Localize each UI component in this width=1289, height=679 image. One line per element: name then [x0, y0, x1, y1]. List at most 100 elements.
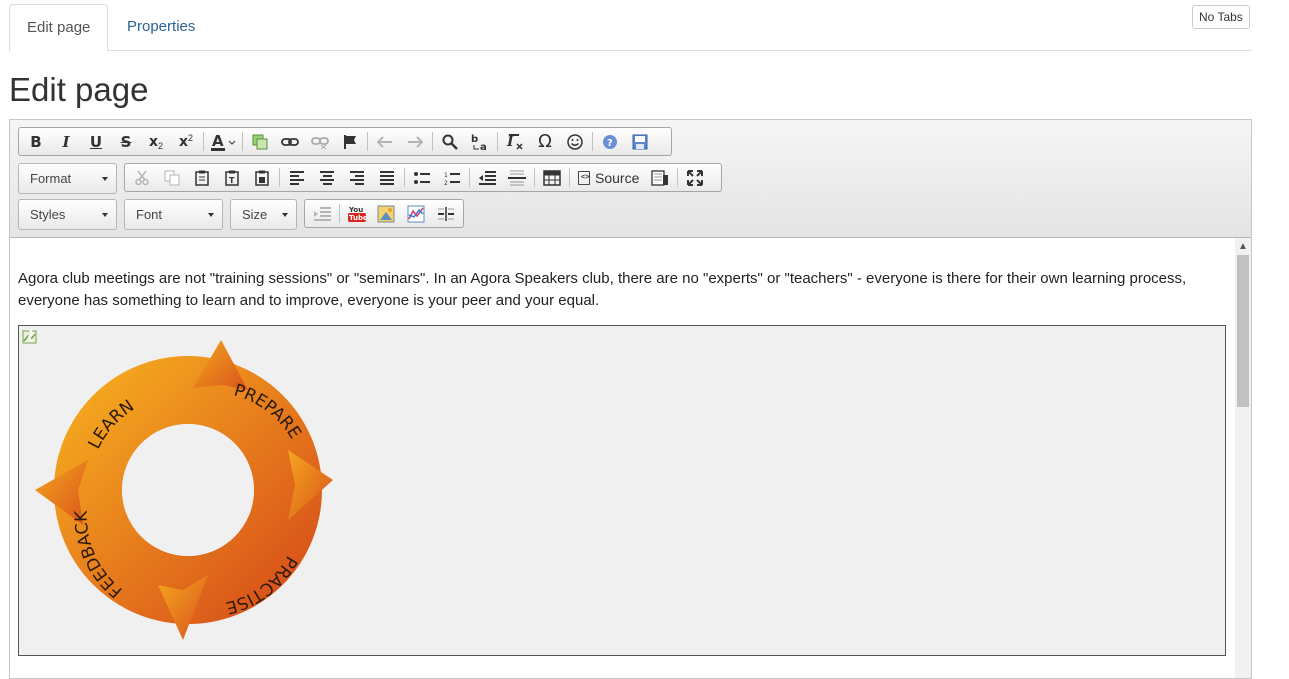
strikethrough-button[interactable]: S — [111, 129, 141, 154]
cut-icon — [135, 170, 149, 185]
redo-icon — [408, 135, 423, 148]
text-color-button[interactable]: A — [206, 129, 240, 154]
copy-formatting-button[interactable] — [245, 129, 275, 154]
tab-edit-page[interactable]: Edit page — [9, 4, 109, 52]
svg-text:Tube: Tube — [349, 214, 366, 222]
chart-icon — [407, 205, 425, 222]
chevron-down-icon — [282, 213, 288, 217]
editor-toolbar: B I U S x2 x2 A b a I Ω ? Format T 1 2 <… — [10, 120, 1251, 238]
svg-text:a: a — [480, 142, 487, 151]
separator — [677, 168, 679, 187]
align-right-icon — [350, 170, 364, 185]
align-left-button[interactable] — [282, 165, 312, 190]
editor-scrollbar[interactable]: ▲ — [1235, 238, 1251, 678]
youtube-button[interactable]: You Tube — [342, 201, 372, 226]
chart-button[interactable] — [401, 201, 431, 226]
smiley-button[interactable] — [560, 129, 590, 154]
justify-icon — [380, 170, 394, 185]
size-dropdown-label: Size — [242, 207, 268, 222]
bold-button[interactable]: B — [21, 129, 51, 154]
bulleted-list-button[interactable] — [407, 165, 437, 190]
toolbar-row-3: You Tube — [304, 199, 464, 228]
numbered-list-icon: 12 — [444, 172, 460, 185]
help-icon: ? — [603, 134, 617, 149]
embedded-image[interactable]: LEARN PREPARE PRACTISE FEEDBACK — [18, 325, 1226, 656]
toolbar-row-1: B I U S x2 x2 A b a I Ω ? — [18, 127, 672, 156]
scroll-up-icon[interactable]: ▲ — [1235, 240, 1251, 254]
svg-text:You: You — [348, 206, 363, 214]
no-tabs-button[interactable]: No Tabs — [1192, 5, 1250, 29]
source-button[interactable]: <> Source — [572, 165, 645, 190]
image-button[interactable] — [372, 201, 402, 226]
anchor-button[interactable] — [335, 129, 365, 154]
justify-button[interactable] — [372, 165, 402, 190]
styles-dropdown[interactable]: Styles — [18, 199, 117, 230]
rich-text-editor: B I U S x2 x2 A b a I Ω ? Format T 1 2 <… — [9, 119, 1252, 679]
templates-icon — [651, 169, 669, 186]
align-left-icon — [290, 170, 304, 185]
horizontal-line-button[interactable] — [502, 165, 532, 190]
copy-button[interactable] — [157, 165, 187, 190]
outdent-icon — [479, 170, 496, 185]
separator — [338, 204, 340, 223]
editor-content[interactable]: Agora club meetings are not "training se… — [10, 238, 1235, 678]
align-right-button[interactable] — [342, 165, 372, 190]
separator — [534, 168, 535, 187]
smiley-icon — [567, 133, 583, 150]
paste-text-button[interactable]: T — [217, 165, 247, 190]
flag-icon — [344, 134, 356, 149]
svg-text:A: A — [212, 132, 224, 150]
maximize-button[interactable] — [680, 165, 710, 190]
numbered-list-button[interactable]: 12 — [437, 165, 467, 190]
separator — [569, 168, 570, 187]
paste-button[interactable] — [187, 165, 217, 190]
source-icon: <> — [578, 170, 590, 185]
svg-text:I: I — [506, 134, 514, 150]
help-button[interactable]: ? — [595, 129, 625, 154]
styles-dropdown-label: Styles — [30, 207, 66, 222]
indent-icon — [313, 206, 331, 221]
redo-button[interactable] — [400, 129, 430, 154]
separator — [279, 168, 280, 187]
paste-word-button[interactable] — [247, 165, 277, 190]
save-icon — [632, 134, 648, 149]
youtube-icon: YouTube — [347, 206, 366, 222]
align-center-button[interactable] — [312, 165, 342, 190]
page-title: Edit page — [9, 71, 149, 108]
page-break-icon — [438, 206, 455, 221]
table-button[interactable] — [537, 165, 567, 190]
replace-button[interactable]: ba — [465, 129, 495, 154]
paste-word-icon — [255, 170, 269, 186]
link-button[interactable] — [275, 129, 305, 154]
decrease-indent-button[interactable] — [472, 165, 502, 190]
cut-button[interactable] — [127, 165, 157, 190]
tab-properties[interactable]: Properties — [110, 4, 212, 51]
format-dropdown[interactable]: Format — [18, 163, 117, 194]
templates-button[interactable] — [645, 165, 675, 190]
unlink-icon — [311, 136, 329, 149]
separator — [203, 132, 204, 151]
scrollbar-thumb[interactable] — [1237, 255, 1249, 407]
special-char-button[interactable]: Ω — [530, 129, 560, 154]
maximize-icon — [687, 169, 704, 186]
undo-button[interactable] — [370, 129, 400, 154]
toolbar-row-2: T 12 <> Source — [124, 163, 722, 192]
superscript-button[interactable]: x2 — [171, 129, 201, 154]
unlink-button[interactable] — [305, 129, 335, 154]
underline-button[interactable]: U — [81, 129, 111, 154]
horizontal-line-icon — [508, 170, 526, 185]
font-dropdown[interactable]: Font — [124, 199, 223, 230]
chevron-down-icon — [102, 177, 108, 181]
image-icon — [377, 205, 395, 222]
size-dropdown[interactable]: Size — [230, 199, 297, 230]
indent-button[interactable] — [307, 201, 337, 226]
remove-format-icon: I — [506, 133, 523, 150]
tab-bar: Edit page Properties — [9, 0, 1252, 52]
save-button[interactable] — [625, 129, 655, 154]
page-break-button[interactable] — [431, 201, 461, 226]
separator — [592, 132, 593, 151]
remove-format-button[interactable]: I — [500, 129, 530, 154]
subscript-button[interactable]: x2 — [141, 129, 171, 154]
italic-button[interactable]: I — [51, 129, 81, 154]
find-button[interactable] — [435, 129, 465, 154]
